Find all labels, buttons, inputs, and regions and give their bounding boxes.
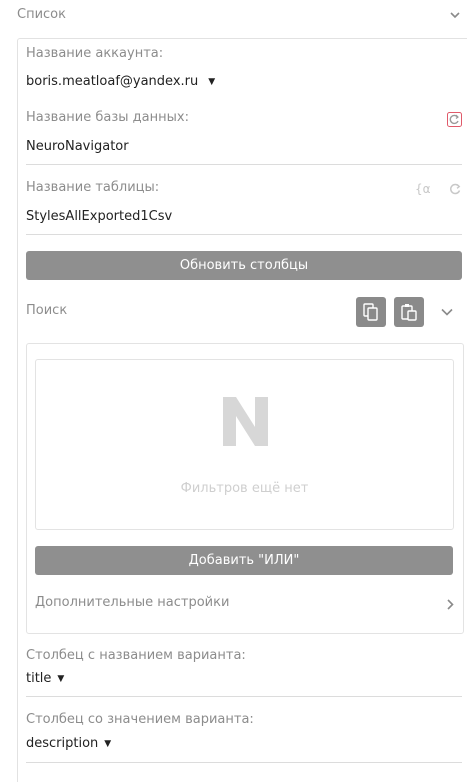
svg-text:{α: {α — [415, 182, 431, 196]
copy-button[interactable] — [356, 297, 386, 327]
caret-down-icon: ▼ — [208, 76, 216, 87]
search-label: Поиск — [26, 303, 68, 318]
chevron-down-icon[interactable] — [449, 9, 463, 23]
table-value[interactable]: StylesAllExported1Csv — [26, 209, 172, 224]
variant-value-column-select[interactable]: description ▼ — [26, 736, 111, 751]
list-section-header[interactable]: Список — [0, 0, 467, 30]
refresh-columns-button[interactable]: Обновить столбцы — [26, 251, 462, 280]
filters-empty-state: Фильтров ещё нет — [35, 359, 454, 530]
account-value: boris.meatloaf@yandex.ru — [26, 74, 199, 89]
logo-icon — [223, 397, 268, 450]
paste-button[interactable] — [394, 297, 424, 327]
add-or-button[interactable]: Добавить "ИЛИ" — [35, 546, 453, 575]
section-title: Список — [17, 7, 66, 22]
refresh-icon[interactable] — [447, 112, 462, 131]
database-underline — [26, 164, 462, 165]
caret-down-icon: ▼ — [57, 673, 65, 684]
formula-icon[interactable]: {α — [415, 181, 432, 200]
account-label: Название аккаунта: — [26, 46, 164, 61]
chevron-down-icon[interactable] — [440, 305, 454, 319]
filters-empty-text: Фильтров ещё нет — [180, 481, 309, 496]
refresh-icon[interactable] — [448, 181, 462, 200]
table-label: Название таблицы: — [26, 180, 160, 195]
account-select[interactable]: boris.meatloaf@yandex.ru ▼ — [26, 74, 215, 89]
variant-name-column-value: title — [26, 671, 52, 686]
chevron-right-icon — [445, 598, 459, 612]
variant-value-column-value: description — [26, 736, 99, 751]
variant-value-column-label: Столбец со значением варианта: — [26, 712, 254, 727]
advanced-settings-label: Дополнительные настройки — [35, 595, 230, 610]
table-underline — [26, 234, 462, 235]
caret-down-icon: ▼ — [104, 738, 112, 749]
database-value[interactable]: NeuroNavigator — [26, 139, 129, 154]
variant-value-underline — [26, 762, 462, 763]
variant-name-column-label: Столбец с названием варианта: — [26, 648, 246, 663]
variant-name-column-select[interactable]: title ▼ — [26, 671, 64, 686]
advanced-settings-row[interactable]: Дополнительные настройки — [35, 595, 455, 615]
variant-name-underline — [26, 696, 462, 697]
database-label: Название базы данных: — [26, 110, 189, 125]
